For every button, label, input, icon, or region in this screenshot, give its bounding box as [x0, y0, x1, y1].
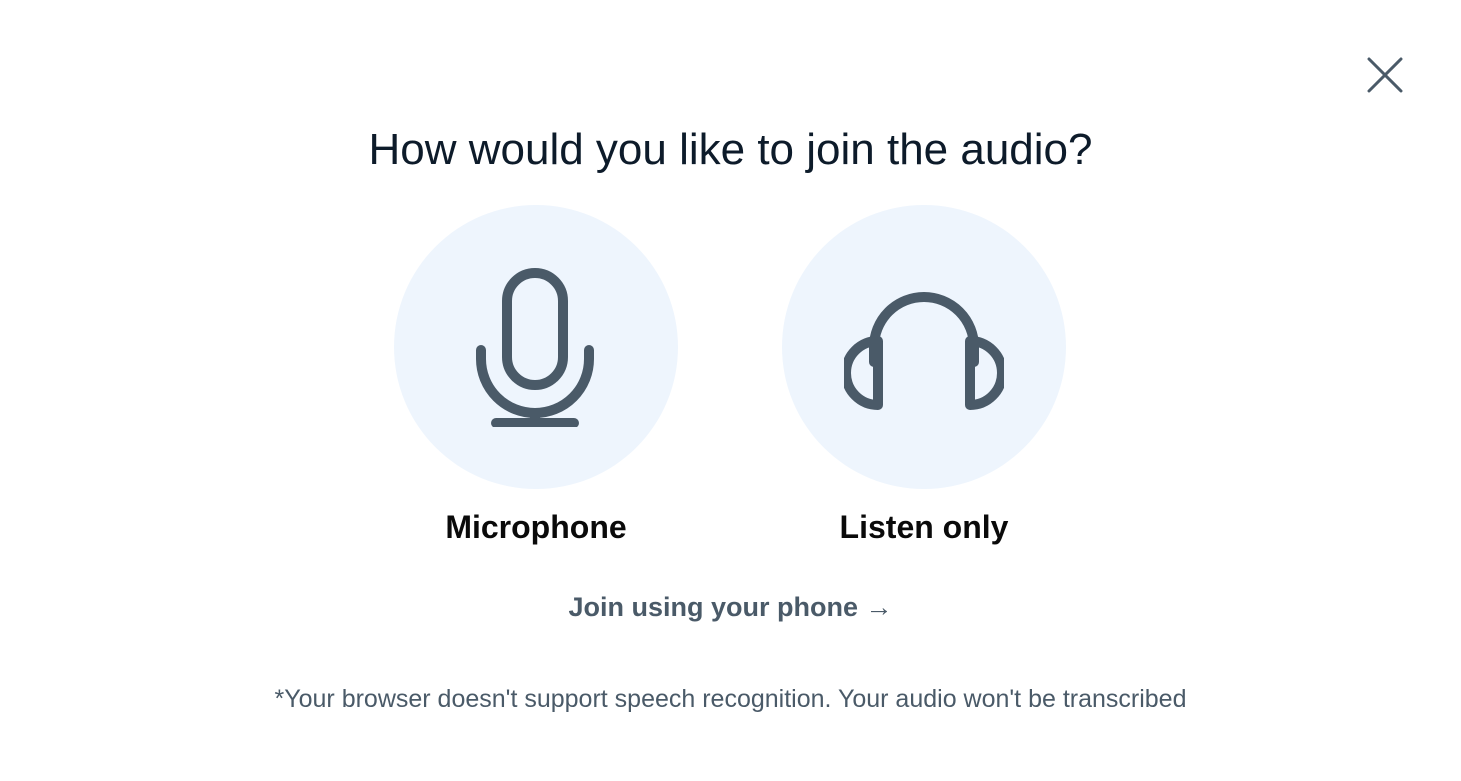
listen-only-option[interactable]: Listen only [782, 205, 1066, 546]
microphone-option[interactable]: Microphone [394, 205, 678, 546]
close-icon [1367, 57, 1403, 93]
microphone-icon [476, 268, 594, 427]
microphone-option-circle[interactable] [394, 205, 678, 489]
join-audio-dialog: How would you like to join the audio? Mi… [0, 0, 1461, 781]
headphones-icon [844, 292, 1004, 410]
dialog-title: How would you like to join the audio? [368, 125, 1093, 174]
join-by-phone-row: Join using your phone → [0, 592, 1461, 623]
join-by-phone-link[interactable]: Join using your phone → [569, 592, 893, 622]
listen-only-label[interactable]: Listen only [782, 509, 1066, 546]
microphone-label[interactable]: Microphone [394, 509, 678, 546]
listen-only-option-circle[interactable] [782, 205, 1066, 489]
transcription-note: *Your browser doesn't support speech rec… [274, 685, 1187, 713]
close-button[interactable] [1362, 52, 1408, 98]
